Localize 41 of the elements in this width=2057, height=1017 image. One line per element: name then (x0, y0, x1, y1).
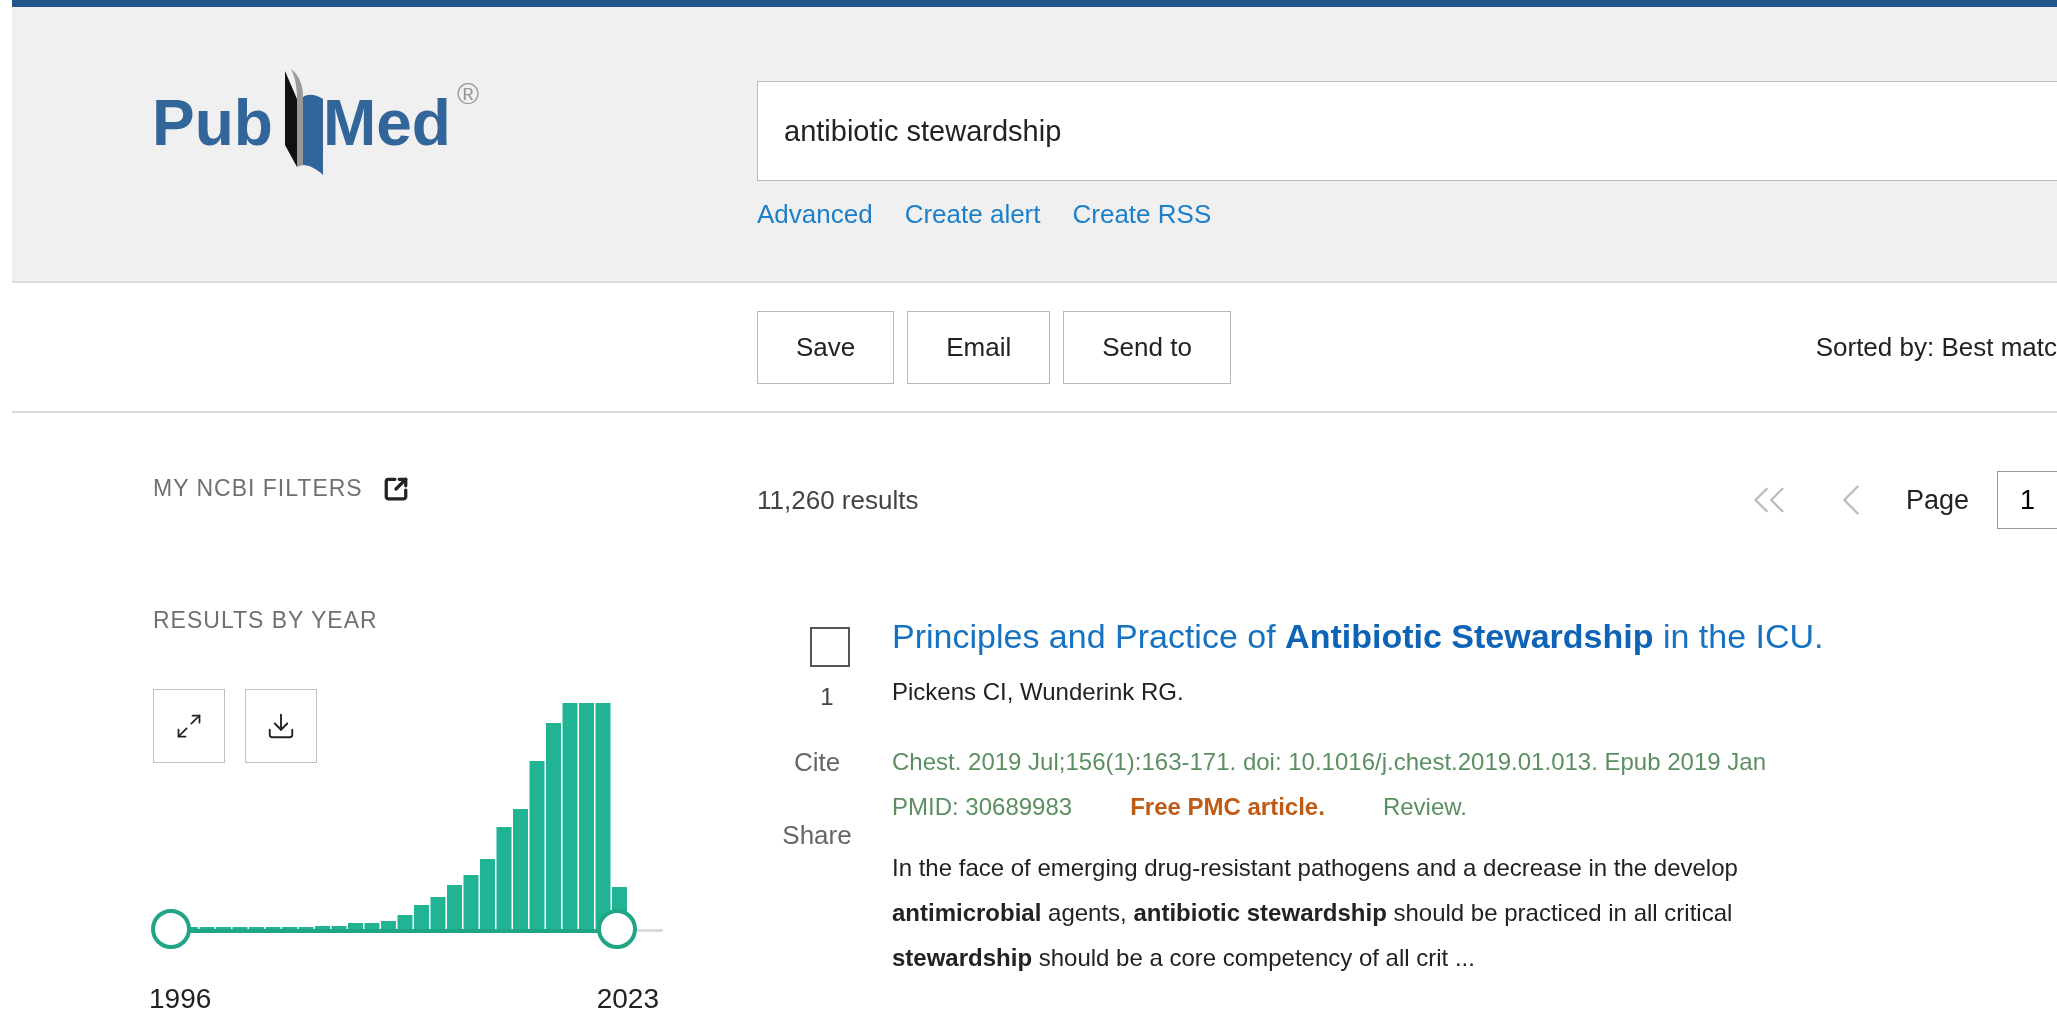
page-label: Page (1905, 484, 1969, 516)
range-slider-thumb[interactable] (151, 909, 191, 949)
section-title: MY NCBI FILTERS (153, 475, 363, 502)
histogram-bar (447, 885, 462, 931)
range-slider-thumb[interactable] (597, 909, 637, 949)
action-button[interactable]: Save (757, 310, 895, 384)
free-article-label: Free PMC article. (1130, 793, 1325, 821)
article-citation: Chest. 2019 Jul;156(1):163-171. doi: 10.1016/j.chest.2019.01.013. Epub 2019 Jan (892, 748, 1767, 776)
result-number: 1 (820, 683, 834, 711)
action-button[interactable]: Send to (1063, 310, 1231, 384)
abstract-line: antimicrobial agents, antibiotic stewardship should be practiced in all critical (892, 898, 1734, 928)
results-count: 11,260 results (757, 484, 919, 516)
histogram-bar (430, 897, 446, 931)
header-link[interactable]: Create RSS (1072, 199, 1212, 230)
article-type-label: Review. (1382, 793, 1467, 821)
sort-dropdown[interactable]: Sorted by: Best matc (1815, 331, 2057, 363)
cite-link[interactable]: Cite (793, 747, 841, 778)
search-field[interactable]: antibiotic stewardship (757, 81, 2057, 181)
page-number-field[interactable]: 1 (1997, 471, 2057, 529)
download-button[interactable] (245, 689, 317, 763)
registered-mark: ® (456, 77, 479, 111)
logo-text: Pub (152, 91, 273, 155)
download-icon (266, 711, 296, 741)
header-link[interactable]: Advanced (757, 199, 873, 230)
section-title: RESULTS BY YEAR (153, 607, 379, 634)
year-label: 1996 (149, 983, 212, 1015)
action-button[interactable]: Email (907, 310, 1051, 384)
abstract-line: In the face of emerging drug-resistant pathogens and a decrease in the develop (892, 853, 1739, 883)
article-title[interactable]: Principles and Practice of Antibiotic Stewardship in the ICU. (892, 617, 2057, 656)
pmid-text: PMID: 30689983 (892, 793, 1073, 821)
article-authors: Pickens CI, Wunderink RG. (892, 678, 1185, 706)
result-checkbox[interactable] (809, 627, 850, 667)
header-link[interactable]: Create alert (904, 199, 1041, 230)
abstract-line: stewardship should be a core competency of all crit ... (892, 943, 1476, 973)
expand-icon (175, 712, 203, 740)
share-link[interactable]: Share (782, 820, 852, 851)
expand-button[interactable] (153, 689, 225, 763)
histogram-bar (463, 875, 479, 931)
logo-text: Med (322, 91, 451, 155)
external-link-icon[interactable] (382, 475, 409, 502)
year-label: 2023 (596, 983, 659, 1015)
